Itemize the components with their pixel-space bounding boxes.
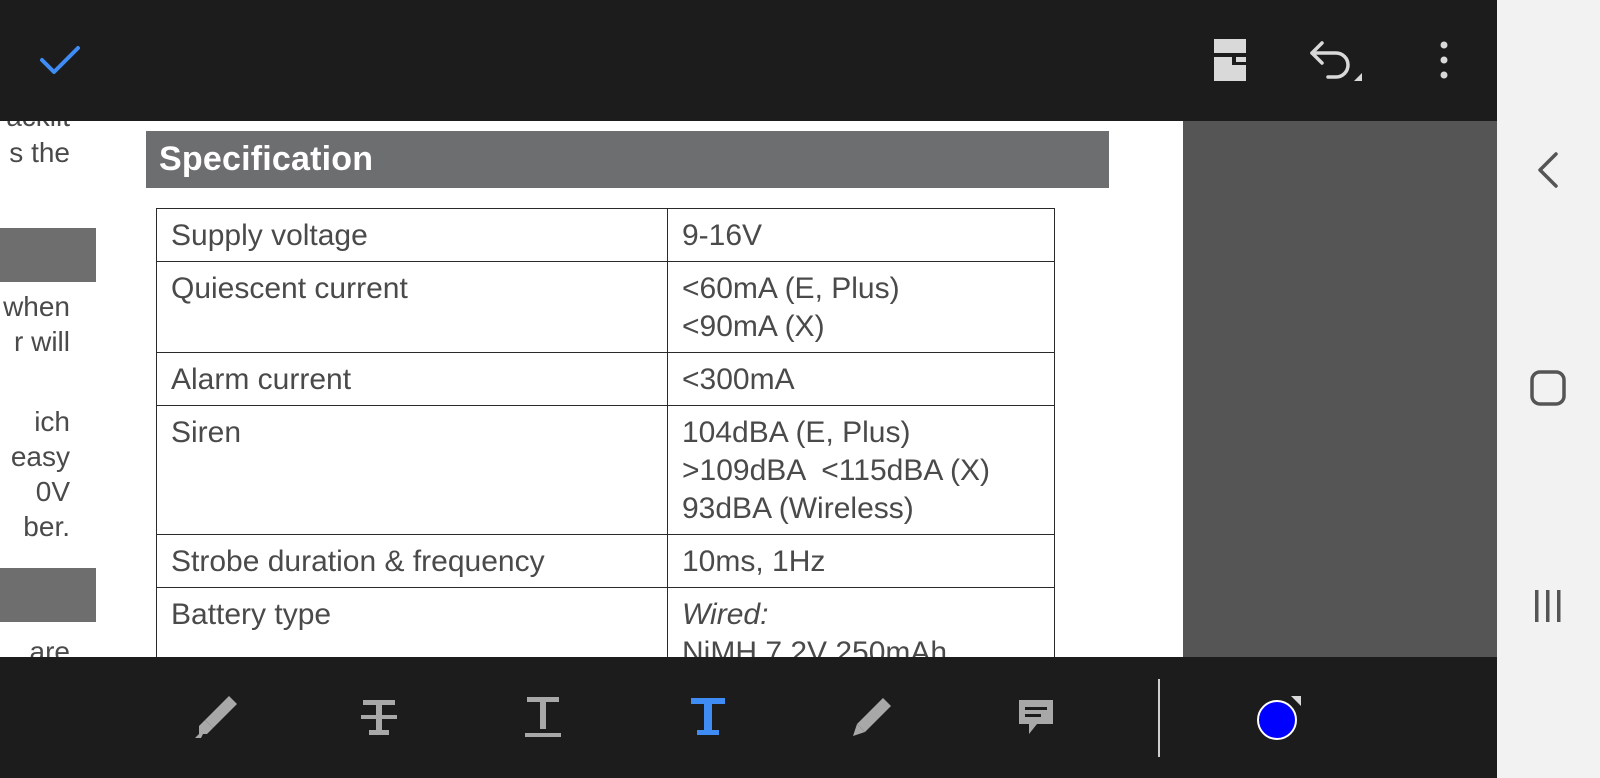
home-button[interactable]	[1518, 358, 1578, 418]
text-tool[interactable]	[678, 687, 738, 747]
spec-value-text: 9-16V	[682, 219, 763, 252]
home-icon	[1530, 370, 1566, 406]
more-vert-icon	[1440, 41, 1448, 79]
section-header: Specification	[146, 131, 1109, 188]
section-bar	[0, 228, 96, 282]
color-swatch-icon	[1257, 696, 1301, 740]
underline-icon	[525, 697, 561, 737]
strikethrough-tool[interactable]	[349, 687, 409, 747]
text-fragment: 0V	[35, 476, 70, 507]
recents-icon	[1535, 590, 1561, 622]
pdf-annotation-app: acklit s the when r will ich easy 0V ber…	[0, 0, 1497, 778]
spec-value: 104dBA (E, Plus) >109dBA <115dBA (X) 93d…	[667, 405, 1055, 535]
section-bar	[0, 568, 96, 622]
confirm-button[interactable]	[30, 30, 90, 90]
annotation-toolbar	[0, 657, 1497, 778]
spec-value-text: <300mA	[682, 363, 795, 396]
section-title: Specification	[159, 140, 374, 178]
text-icon	[691, 698, 725, 735]
highlighter-tool[interactable]	[186, 687, 246, 747]
table-row: Siren 104dBA (E, Plus) >109dBA <115dBA (…	[156, 405, 1055, 535]
toolbar-divider	[1158, 679, 1160, 757]
spec-label: Quiescent current	[156, 261, 668, 353]
text-fragment: ber.	[23, 511, 70, 542]
recents-button[interactable]	[1518, 576, 1578, 636]
strikethrough-icon	[361, 700, 397, 735]
color-picker-button[interactable]	[1250, 687, 1310, 747]
spec-value-text: 104dBA (E, Plus) >109dBA <115dBA (X) 93d…	[682, 416, 991, 525]
spec-label: Siren	[156, 405, 668, 535]
spec-value-text: 10ms, 1Hz	[682, 545, 826, 578]
text-fragment: s the	[9, 137, 70, 168]
spec-label: Battery type	[156, 587, 668, 657]
spec-value-text: <60mA (E, Plus) <90mA (X)	[682, 272, 900, 343]
previous-column-fragment: acklit s the when r will ich easy 0V ber…	[0, 121, 96, 657]
text-fragment: acklit	[6, 121, 70, 135]
page-layout-button[interactable]	[1200, 30, 1260, 90]
system-navigation-bar	[1497, 0, 1600, 778]
text-fragment: are	[29, 636, 70, 657]
text-fragment: when	[3, 291, 70, 322]
pencil-tool[interactable]	[842, 687, 902, 747]
spec-value-text: NiMH 7.2V 250mAh	[682, 636, 948, 657]
spec-value-italic: Wired:	[682, 598, 769, 631]
spec-label: Supply voltage	[156, 208, 668, 262]
check-icon	[40, 46, 80, 74]
table-row: Battery type Wired: NiMH 7.2V 250mAh	[156, 587, 1055, 657]
comment-tool[interactable]	[1006, 687, 1066, 747]
spec-label: Strobe duration & frequency	[156, 534, 668, 588]
text-fragment: ich	[34, 406, 70, 437]
page-layout-icon	[1214, 39, 1246, 81]
table-row: Quiescent current <60mA (E, Plus) <90mA …	[156, 261, 1055, 353]
underline-tool[interactable]	[513, 687, 573, 747]
undo-button[interactable]	[1305, 30, 1365, 90]
back-button[interactable]	[1518, 140, 1578, 200]
spec-value: <300mA	[667, 352, 1055, 406]
back-icon	[1538, 152, 1558, 188]
spec-value: Wired: NiMH 7.2V 250mAh	[667, 587, 1055, 657]
table-row: Strobe duration & frequency 10ms, 1Hz	[156, 534, 1055, 588]
spec-value: 10ms, 1Hz	[667, 534, 1055, 588]
spec-value: <60mA (E, Plus) <90mA (X)	[667, 261, 1055, 353]
undo-icon	[1310, 41, 1362, 81]
more-options-button[interactable]	[1414, 30, 1474, 90]
highlighter-icon	[195, 696, 237, 738]
table-row: Alarm current <300mA	[156, 352, 1055, 406]
top-toolbar	[0, 0, 1497, 121]
comment-icon	[1019, 700, 1053, 734]
table-row: Supply voltage 9-16V	[156, 208, 1055, 262]
document-page[interactable]: acklit s the when r will ich easy 0V ber…	[0, 121, 1183, 657]
spec-label: Alarm current	[156, 352, 668, 406]
specification-table: Supply voltage 9-16V Quiescent current <…	[156, 208, 1055, 657]
spec-value: 9-16V	[667, 208, 1055, 262]
text-fragment: r will	[14, 326, 70, 357]
text-fragment: easy	[10, 441, 70, 472]
pencil-icon	[853, 698, 891, 736]
